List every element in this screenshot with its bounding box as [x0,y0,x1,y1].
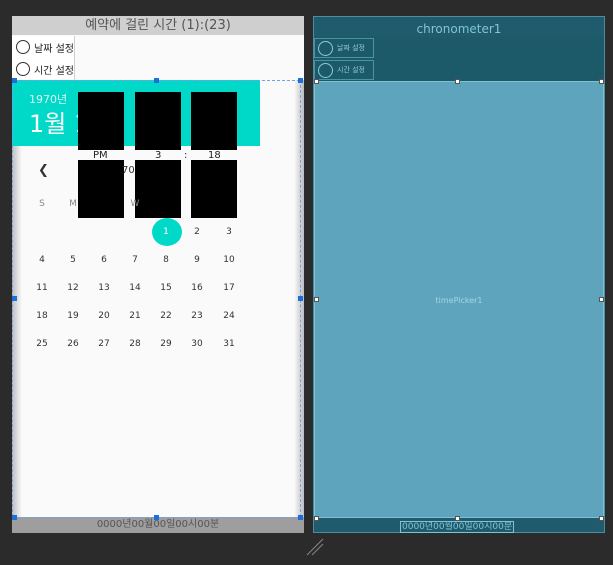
bp-handle-br[interactable] [599,516,604,521]
timepicker-ampm-wheel-lower[interactable] [78,160,124,218]
resize-handle-l[interactable] [12,296,17,301]
timepicker-minute-wheel-lower[interactable] [191,160,237,218]
calendar-day[interactable]: 17 [219,283,239,293]
radio-time-setting[interactable]: 시간 설정 [12,58,74,80]
bp-handle-r[interactable] [599,297,604,302]
datepicker-month-title: 70 [122,165,135,176]
radio-date-label: 날짜 설정 [34,44,74,55]
bp-handle-tl[interactable] [314,79,319,84]
calendar-day[interactable]: 5 [63,255,83,265]
radio-button-icon[interactable] [16,40,30,54]
calendar-day[interactable]: 30 [187,339,207,349]
calendar-day[interactable]: 9 [187,255,207,265]
calendar-day[interactable]: 29 [156,339,176,349]
timepicker-minute: 18 [208,150,221,161]
calendar-day[interactable]: 20 [94,311,114,321]
resize-handle-tl[interactable] [12,78,17,83]
radio-button-icon[interactable] [16,62,30,76]
calendar-day[interactable]: 21 [125,311,145,321]
calendar-day[interactable]: 4 [32,255,52,265]
timepicker-minute-wheel[interactable] [191,92,237,150]
resize-handle-br[interactable] [298,515,303,520]
blueprint-timepicker-label: timePicker1 [435,296,483,305]
calendar-day[interactable]: 3 [219,227,239,237]
timepicker-hour-wheel[interactable] [135,92,181,150]
blueprint-radio-date-label: 날짜 설정 [337,44,365,52]
design-preview: 예약에 걸린 시간 (1):(23) 날짜 설정 시간 설정 1970년 1월 … [12,16,304,533]
calendar-day[interactable]: 24 [219,311,239,321]
calendar-day[interactable]: 6 [94,255,114,265]
calendar-day[interactable]: 10 [219,255,239,265]
calendar-day[interactable]: 11 [32,283,52,293]
calendar-day[interactable]: 13 [94,283,114,293]
radio-time-label: 시간 설정 [34,66,74,77]
resize-handle-bl[interactable] [12,515,17,520]
blueprint-result-text[interactable]: 0000년00월00일00시00분 [400,521,515,533]
calendar-day[interactable]: 16 [187,283,207,293]
blueprint-radio-time-label: 시간 설정 [337,66,365,74]
calendar-day[interactable]: 12 [63,283,83,293]
timepicker-hour-wheel-lower[interactable] [135,160,181,218]
bp-handle-b[interactable] [455,516,460,521]
blueprint-chronometer[interactable]: chronometer1 [314,17,604,36]
timepicker-ampm-wheel[interactable] [78,92,124,150]
resize-handle-tr[interactable] [298,78,303,83]
blueprint-radio-date[interactable]: 날짜 설정 [314,38,374,58]
calendar-day[interactable]: 28 [125,339,145,349]
calendar-day[interactable]: 7 [125,255,145,265]
blueprint-radio-time[interactable]: 시간 설정 [314,60,374,80]
calendar-day[interactable]: 18 [32,311,52,321]
bp-handle-l[interactable] [314,297,319,302]
calendar-day[interactable]: 8 [156,255,176,265]
weekday-label: M [69,199,77,209]
radio-group-divider [74,36,75,80]
weekday-label: S [39,199,45,209]
bp-handle-tr[interactable] [599,79,604,84]
calendar-day[interactable]: 2 [187,227,207,237]
bp-handle-t[interactable] [455,79,460,84]
resize-handle-r[interactable] [298,296,303,301]
calendar-day[interactable]: 27 [94,339,114,349]
timepicker-separator: : [184,150,188,161]
bp-handle-bl[interactable] [314,516,319,521]
resize-grip-icon[interactable] [305,537,325,557]
calendar-day[interactable]: 15 [156,283,176,293]
calendar-day[interactable]: 1 [156,227,176,237]
radio-date-setting[interactable]: 날짜 설정 [12,36,74,58]
blueprint-timepicker[interactable]: timePicker1 [314,81,604,518]
timepicker-hour: 3 [155,150,162,161]
chronometer-widget[interactable]: 예약에 걸린 시간 (1):(23) [12,16,304,35]
resize-handle-t[interactable] [154,78,159,83]
resize-handle-b[interactable] [154,515,159,520]
calendar-day[interactable]: 26 [63,339,83,349]
weekday-label: W [130,199,140,209]
blueprint-radio-group[interactable]: 날짜 설정 시간 설정 [314,37,604,81]
timepicker-ampm: PM [93,150,108,161]
calendar-day[interactable]: 25 [32,339,52,349]
chevron-left-icon[interactable]: ❮ [38,163,49,178]
blueprint-view: chronometer1 날짜 설정 시간 설정 timePicker1 000… [313,16,605,533]
radio-button-icon [318,63,333,78]
calendar-day[interactable]: 19 [63,311,83,321]
calendar-day[interactable]: 14 [125,283,145,293]
radio-button-icon [318,41,333,56]
calendar-day[interactable]: 31 [219,339,239,349]
calendar-day[interactable]: 22 [156,311,176,321]
calendar-day[interactable]: 23 [187,311,207,321]
